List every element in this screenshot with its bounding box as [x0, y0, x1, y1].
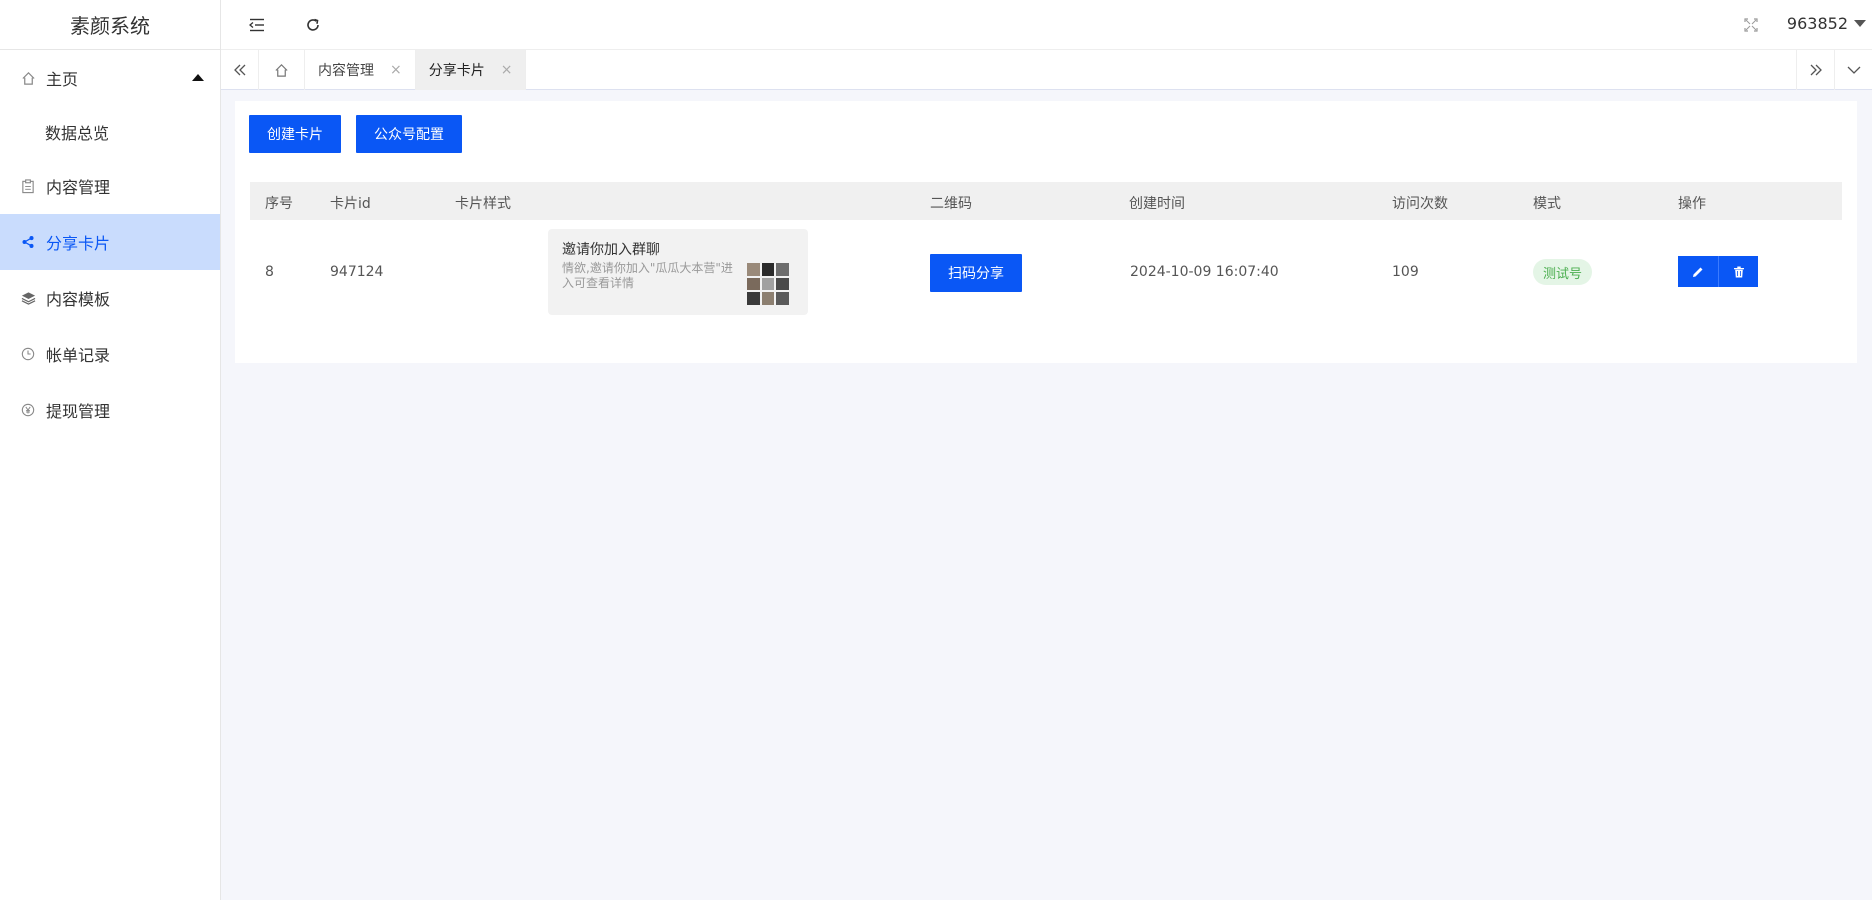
edit-button[interactable]	[1678, 256, 1718, 287]
caret-down-icon	[1854, 20, 1866, 27]
sidebar-item-bills[interactable]: 帐单记录	[0, 326, 220, 382]
scroll-right-icon[interactable]	[1796, 50, 1834, 90]
tab-share-card[interactable]: 分享卡片 ×	[415, 50, 527, 90]
sidebar: 素颜系统 主页 数据总览 内容管理 分享卡片 内容模板 帐单记录 提现管理	[0, 0, 221, 900]
cell-visits: 109	[1392, 264, 1419, 280]
sidebar-item-label: 内容模板	[46, 290, 111, 309]
caret-up-icon	[192, 74, 204, 81]
pencil-icon	[1693, 267, 1703, 277]
sidebar-item-withdraw[interactable]: 提现管理	[0, 382, 220, 438]
table-header: 序号 卡片id 卡片样式 二维码 创建时间 访问次数 模式 操作	[250, 182, 1842, 220]
status-badge: 测试号	[1533, 259, 1593, 285]
clipboard-icon	[20, 178, 36, 194]
column-header: 序号	[265, 196, 293, 212]
sidebar-item-template[interactable]: 内容模板	[0, 270, 220, 326]
column-header: 卡片样式	[455, 196, 511, 212]
tab-content-management[interactable]: 内容管理 ×	[305, 50, 416, 90]
card-title: 邀请你加入群聊	[562, 242, 660, 258]
column-header: 二维码	[930, 196, 972, 212]
column-header: 模式	[1533, 196, 1561, 212]
tab-home[interactable]	[259, 50, 305, 90]
main-panel: 创建卡片 公众号配置 序号 卡片id 卡片样式 二维码 创建时间 访问次数 模式…	[235, 101, 1857, 363]
column-header: 操作	[1678, 196, 1706, 212]
sidebar-item-label: 内容管理	[46, 178, 111, 197]
sidebar-item-label: 数据总览	[45, 124, 110, 143]
home-icon	[20, 70, 36, 86]
sidebar-item-share-card[interactable]: 分享卡片	[0, 214, 220, 270]
yen-icon	[20, 402, 36, 418]
close-icon[interactable]: ×	[390, 62, 402, 78]
create-card-button[interactable]: 创建卡片	[249, 115, 341, 153]
sidebar-item-label: 帐单记录	[46, 346, 111, 365]
card-preview[interactable]: 邀请你加入群聊 情欲,邀请你加入"瓜瓜大本营"进入可查看详情	[548, 229, 808, 315]
layers-icon	[20, 290, 36, 306]
wechat-config-button[interactable]: 公众号配置	[356, 115, 462, 153]
username: 963852	[1786, 14, 1848, 33]
column-header: 访问次数	[1392, 196, 1448, 212]
group-avatar-image	[747, 263, 789, 305]
cell-index: 8	[265, 264, 274, 280]
column-header: 卡片id	[330, 196, 371, 212]
sidebar-item-home[interactable]: 主页	[0, 50, 220, 106]
home-icon	[275, 63, 288, 77]
tab-label: 分享卡片	[428, 63, 485, 79]
sidebar-item-label: 提现管理	[46, 402, 111, 421]
fullscreen-icon[interactable]	[1739, 13, 1763, 37]
top-header: 963852	[221, 0, 1872, 50]
delete-button[interactable]	[1718, 256, 1758, 287]
card-description: 情欲,邀请你加入"瓜瓜大本营"进入可查看详情	[562, 261, 733, 290]
sidebar-item-content[interactable]: 内容管理	[0, 158, 220, 214]
trash-icon	[1733, 266, 1744, 277]
sidebar-item-data-overview[interactable]: 数据总览	[0, 106, 220, 158]
user-menu[interactable]: 963852	[1787, 14, 1866, 33]
column-header: 创建时间	[1129, 196, 1185, 212]
cell-created-time: 2024-10-09 16:07:40	[1130, 264, 1279, 280]
app-title: 素颜系统	[0, 0, 220, 50]
clock-icon	[20, 346, 36, 362]
scroll-left-icon[interactable]	[221, 50, 259, 90]
sidebar-item-label: 主页	[46, 70, 79, 89]
cell-card-id: 947124	[330, 264, 384, 280]
scan-share-button[interactable]: 扫码分享	[930, 254, 1022, 292]
tab-label: 内容管理	[318, 63, 374, 79]
sidebar-item-label: 分享卡片	[46, 234, 111, 253]
tabs-bar: 内容管理 × 分享卡片 ×	[221, 50, 1872, 90]
chevron-down-icon[interactable]	[1834, 50, 1872, 90]
close-icon[interactable]: ×	[501, 62, 513, 78]
menu-fold-icon[interactable]	[245, 13, 269, 37]
share-icon	[20, 234, 36, 250]
refresh-icon[interactable]	[301, 13, 325, 37]
